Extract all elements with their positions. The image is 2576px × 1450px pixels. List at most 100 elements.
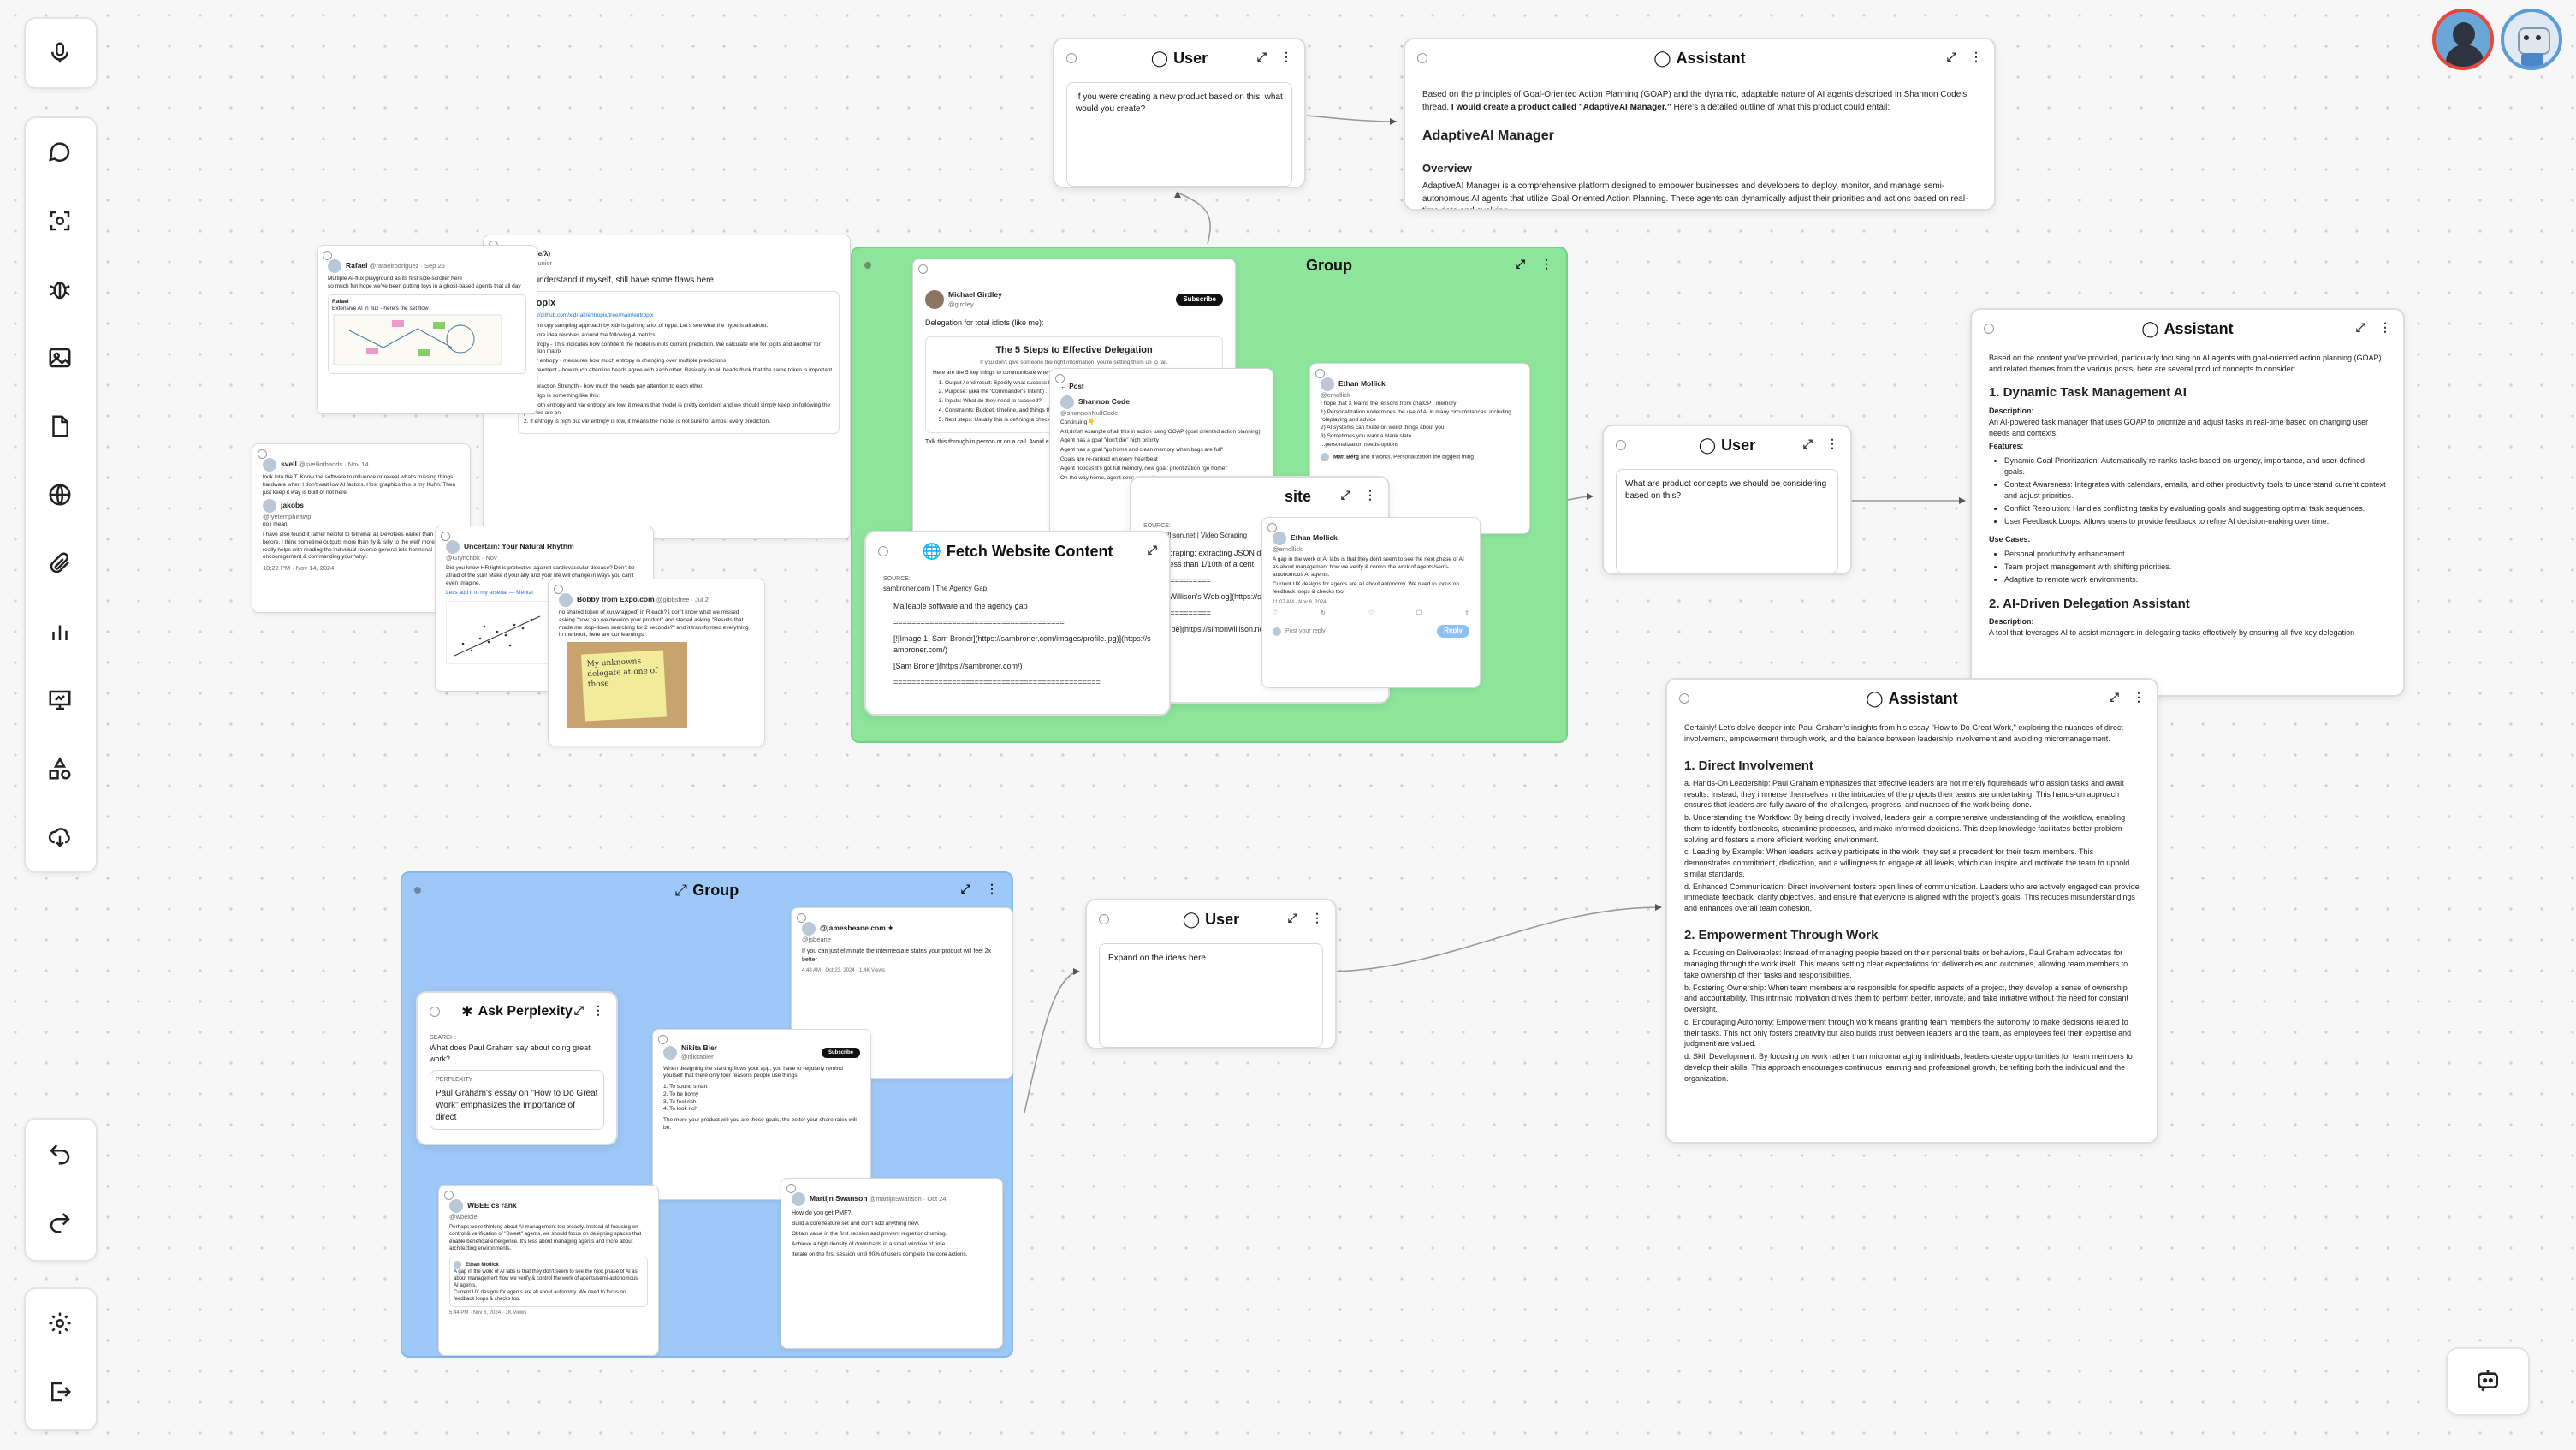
ethan-tweet-2[interactable]: Ethan Mollick @emollick A gap in the wor… bbox=[1261, 517, 1481, 688]
assistant-node-2[interactable]: ◯ Assistant ⤢ ⋮ Based on the content you'… bbox=[1970, 308, 2405, 697]
tweet-line: I hope that X learns the lessons from ch… bbox=[1321, 401, 1458, 407]
photo-thumbnail: My unknowns delegate at one of those bbox=[567, 642, 687, 728]
assistant-node-1[interactable]: ◯ Assistant ⤢ ⋮ Based on the principles o… bbox=[1404, 38, 1996, 211]
expand-icon[interactable]: ⤢ bbox=[961, 882, 970, 896]
reasons-list: 1. To sound smart 2. To be horny 3. To fee… bbox=[663, 1084, 860, 1114]
expand-icon[interactable]: ⤢ bbox=[2110, 690, 2119, 704]
more-icon[interactable]: ⋮ bbox=[1311, 911, 1323, 925]
paperclip-icon[interactable] bbox=[26, 529, 94, 597]
article-link[interactable]: https://github.com/xjdr-alt/entropix/tre… bbox=[524, 312, 834, 320]
bobby-tweet[interactable]: Bobby from Expo.com @gibbsfree · Jul 2 n… bbox=[548, 579, 765, 746]
expand-icon[interactable]: ⤢ bbox=[1803, 437, 1813, 451]
cloud-download-icon[interactable] bbox=[26, 803, 94, 871]
fetch-website-node[interactable]: 🌐 Fetch Website Content ⤢ SOURCE: sambro… bbox=[864, 531, 1171, 716]
more-icon[interactable]: ⋮ bbox=[2379, 320, 2391, 335]
article-line: 2. Var entropy - measures how much entro… bbox=[524, 358, 727, 365]
tweet-text: How do you get PMF? bbox=[792, 1210, 852, 1216]
user-message-3[interactable]: Expand on the ideas here bbox=[1099, 943, 1323, 1048]
section-heading-2: 2. AI-Driven Delegation Assistant bbox=[1989, 596, 2190, 611]
more-icon[interactable]: ⋮ bbox=[1280, 50, 1292, 64]
more-icon[interactable]: ⋮ bbox=[1364, 488, 1376, 502]
bar-chart-icon[interactable] bbox=[26, 597, 94, 666]
shapes-icon[interactable] bbox=[26, 734, 94, 803]
feature-item: Context Awareness: Integrates with calen… bbox=[2004, 479, 2386, 502]
image-icon[interactable] bbox=[26, 324, 94, 392]
feature-item: Dynamic Goal Prioritization: Automatical… bbox=[2004, 455, 2386, 478]
quote-text: Extensive AI in flux - here's the set fl… bbox=[332, 306, 429, 312]
usecase-item: Personal productivity enhancement. bbox=[2004, 549, 2386, 560]
tweet-actions[interactable]: ♡ ↻ ♡ ☐ ⇪ bbox=[1273, 609, 1469, 617]
tweet-text: g to understand it myself, still have so… bbox=[518, 275, 714, 285]
tweet-line: A tl;dr/ish example of all this in actio… bbox=[1060, 428, 1261, 435]
globe-icon[interactable] bbox=[26, 461, 94, 529]
assistant-bot-avatar[interactable] bbox=[2501, 9, 2562, 70]
tdm-tweet[interactable]: TDM (e/λ) @cto_junior g to understand it… bbox=[483, 235, 851, 539]
more-icon[interactable]: ⋮ bbox=[1540, 257, 1552, 271]
section-item: d. Skill Development: By focusing on wor… bbox=[1684, 1052, 2133, 1083]
expand-icon[interactable]: ⤢ bbox=[574, 1003, 584, 1018]
more-icon[interactable]: ⋮ bbox=[2133, 690, 2145, 704]
chat-icon: ◯ bbox=[1866, 689, 1884, 707]
tweet-text: A gap in the work of AI labs is that the… bbox=[1273, 556, 1464, 578]
user-message-2[interactable]: What are product concepts we should be c… bbox=[1616, 469, 1838, 573]
more-icon[interactable]: ⋮ bbox=[1826, 437, 1838, 451]
bug-icon[interactable] bbox=[26, 255, 94, 324]
chat-icon: ◯ bbox=[1653, 49, 1671, 67]
section-heading-2: 2. Empowerment Through Work bbox=[1684, 928, 1879, 943]
content-line: ====================================== bbox=[893, 617, 1065, 627]
sticky-note: My unknowns delegate at one of those bbox=[581, 650, 667, 722]
ask-perplexity-node[interactable]: ✱ Ask Perplexity ⤢ ⋮ SEARCH: What does Pa… bbox=[416, 991, 618, 1145]
avatar bbox=[559, 593, 573, 607]
expand-icon[interactable]: ⤢ bbox=[1516, 257, 1525, 271]
expand-icon[interactable]: ⤢ bbox=[1947, 50, 1956, 64]
expand-icon[interactable]: ⤢ bbox=[2356, 320, 2365, 335]
avatar bbox=[792, 1192, 805, 1206]
section-item: b. Understanding the Workflow: By being … bbox=[1684, 813, 2126, 844]
document-icon[interactable] bbox=[26, 392, 94, 461]
logout-icon[interactable] bbox=[26, 1358, 94, 1426]
undo-icon[interactable] bbox=[26, 1120, 94, 1188]
nikita-tweet[interactable]: Nikita Bier @nikitabier Subscribe When de… bbox=[652, 1029, 871, 1200]
more-icon[interactable]: ⋮ bbox=[592, 1003, 604, 1018]
content-line: [Sam Broner](https://sambroner.com/) bbox=[893, 661, 1023, 670]
presentation-icon[interactable] bbox=[26, 666, 94, 734]
expand-icon[interactable]: ⤢ bbox=[1148, 543, 1157, 557]
tweet-line: Build a core feature set and don't add a… bbox=[792, 1221, 920, 1227]
martijn-tweet[interactable]: Martijn Swanson @martijnSwanson · Oct 24… bbox=[781, 1178, 1003, 1349]
wbee-tweet[interactable]: WBEE cs rank @wbeiclei Perhaps we're thi… bbox=[438, 1185, 659, 1356]
user-avatar[interactable] bbox=[2432, 9, 2494, 70]
more-icon[interactable]: ⋮ bbox=[1970, 50, 1982, 64]
feature-item: User Feedback Loops: Allows users to pro… bbox=[2004, 516, 2386, 527]
overview-heading: Overview bbox=[1422, 162, 1472, 175]
reply-input[interactable]: Post your reply bbox=[1285, 627, 1326, 635]
avatar bbox=[328, 259, 341, 273]
chat-bot-icon[interactable] bbox=[2446, 1347, 2530, 1416]
expand-icon[interactable]: ⤢ bbox=[1341, 488, 1350, 502]
subscribe-button[interactable]: Subscribe bbox=[821, 1047, 860, 1058]
settings-icon[interactable] bbox=[26, 1289, 94, 1358]
usecase-item: Adaptive to remote work environments. bbox=[2004, 574, 2386, 585]
scan-icon[interactable] bbox=[26, 187, 94, 255]
article-line: 1. Entropy - This indicates how confiden… bbox=[524, 341, 821, 355]
assistant-node-3[interactable]: ◯ Assistant ⤢ ⋮ Certainly! Let's delve de… bbox=[1665, 678, 2158, 1144]
user-node-2[interactable]: ◯ User ⤢ ⋮ What are product concepts we s… bbox=[1602, 425, 1852, 575]
expand-icon[interactable]: ⤢ bbox=[1288, 911, 1297, 925]
rafael-tweet[interactable]: Rafael @rafaelrodriguez · Sep 26 Multipl… bbox=[317, 245, 537, 414]
subscribe-button[interactable]: Subscribe bbox=[1176, 293, 1223, 306]
expand-icon[interactable]: ⤢ bbox=[1257, 50, 1267, 64]
redo-icon[interactable] bbox=[26, 1188, 94, 1257]
features-list: Dynamic Goal Prioritization: Automatical… bbox=[2004, 455, 2386, 527]
reply-button[interactable]: Reply bbox=[1437, 625, 1469, 639]
group-icon: ⤢ bbox=[674, 881, 688, 899]
chat-icon[interactable] bbox=[26, 118, 94, 187]
user-node-3[interactable]: ◯ User ⤢ ⋮ Expand on the ideas here bbox=[1085, 899, 1337, 1049]
user-node-1[interactable]: ◯ User ⤢ ⋮ If you were creating a new pro… bbox=[1053, 38, 1306, 188]
article-line: 1. If both entropy and var entropy are l… bbox=[524, 401, 831, 416]
tweet-text-2: I have also found it rather helpful to t… bbox=[263, 532, 451, 561]
avatar bbox=[1321, 452, 1329, 461]
node-title: Assistant bbox=[2163, 319, 2234, 337]
microphone-icon[interactable] bbox=[26, 19, 94, 87]
user-message-1[interactable]: If you were creating a new product based… bbox=[1066, 82, 1292, 187]
history-toolbar bbox=[24, 1118, 98, 1262]
more-icon[interactable]: ⋮ bbox=[986, 882, 998, 896]
